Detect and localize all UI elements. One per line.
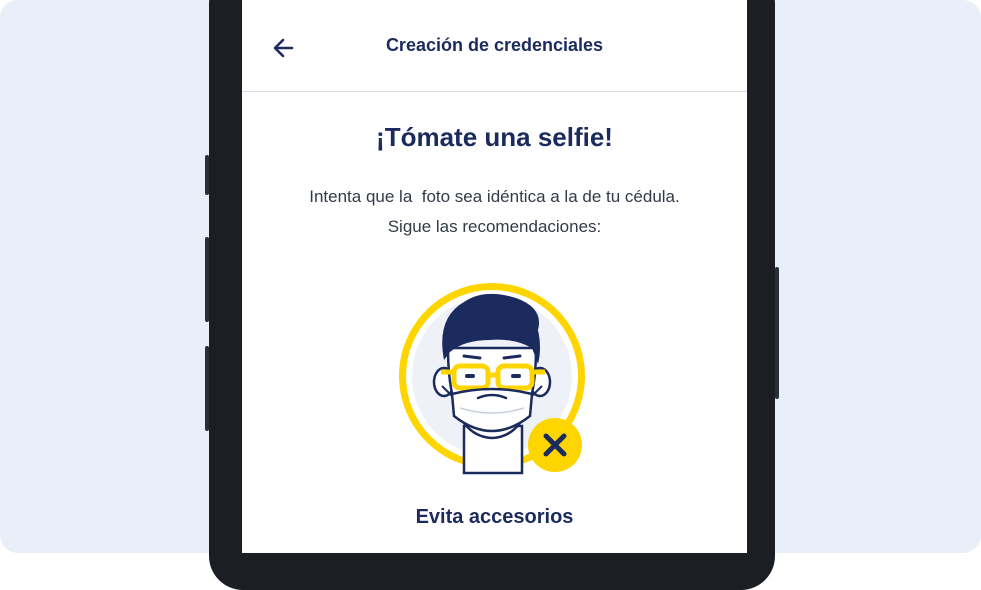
instructions-text: Intenta que la foto sea idéntica a la de… bbox=[242, 182, 747, 242]
phone-side-button-left-1 bbox=[205, 155, 209, 195]
page-title: ¡Tómate una selfie! bbox=[376, 122, 613, 152]
phone-side-button-right bbox=[775, 267, 779, 399]
recommendation-caption: Evita accesorios bbox=[415, 506, 574, 528]
phone-screen: Creación de credenciales ¡Tómate una sel… bbox=[242, 0, 747, 553]
header-title: Creación de credenciales bbox=[385, 35, 604, 55]
selfie-illustration bbox=[394, 278, 594, 478]
phone-side-button-left-3 bbox=[205, 346, 209, 431]
phone-side-button-left-2 bbox=[205, 237, 209, 322]
instructions-line-2: Sigue las recomendaciones: bbox=[387, 217, 602, 236]
app-header: Creación de credenciales bbox=[242, 0, 747, 92]
close-x-icon bbox=[528, 418, 582, 472]
instructions-line-1: Intenta que la foto sea idéntica a la de… bbox=[309, 187, 680, 206]
